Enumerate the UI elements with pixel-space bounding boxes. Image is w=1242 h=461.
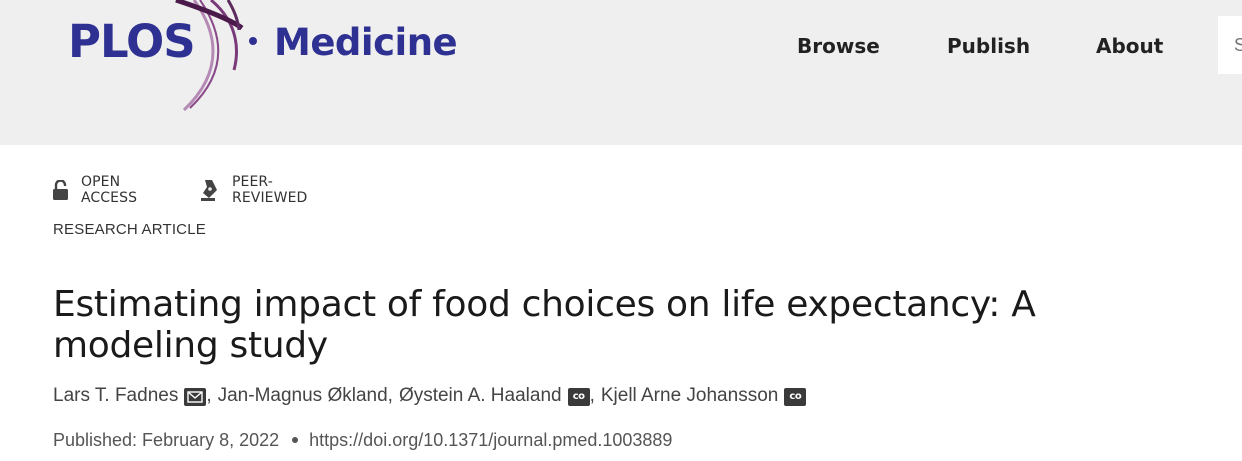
- co-icon[interactable]: co: [567, 388, 590, 406]
- nav-browse[interactable]: Browse: [797, 28, 880, 64]
- site-header: PLOS Medicine Browse Publish About: [0, 0, 1242, 145]
- published-date: Published: February 8, 2022: [53, 429, 280, 450]
- plos-medicine-logo[interactable]: PLOS Medicine: [66, 0, 466, 115]
- author-name[interactable]: Øystein A. Haaland: [399, 385, 562, 407]
- author-name[interactable]: Lars T. Fadnes: [53, 385, 178, 407]
- bullet-separator: [292, 437, 299, 443]
- peer-reviewed-label: PEER-REVIEWED: [232, 174, 308, 206]
- logo-dot: [249, 37, 257, 45]
- publication-info: Published: February 8, 2022 https://doi.…: [53, 428, 672, 452]
- nav-about[interactable]: About: [1096, 28, 1163, 64]
- co-icon-text: co: [789, 391, 802, 402]
- email-icon[interactable]: [184, 388, 207, 406]
- search-input[interactable]: [1218, 16, 1242, 74]
- co-icon[interactable]: co: [784, 388, 807, 406]
- open-access-label: OPEN ACCESS: [81, 174, 138, 206]
- logo-journal-text: Medicine: [274, 21, 458, 64]
- author-separator: ,: [206, 385, 212, 406]
- co-icon-text: co: [572, 391, 585, 402]
- author-list: Lars T. Fadnes , Jan-Magnus Økland , Øys…: [53, 382, 807, 410]
- peer-reviewed-badge[interactable]: PEER-REVIEWED: [201, 174, 308, 206]
- logo-brand-text: PLOS: [68, 15, 196, 68]
- article-type: RESEARCH ARTICLE: [53, 221, 206, 238]
- author-name[interactable]: Kjell Arne Johansson: [601, 385, 778, 407]
- unlocked-padlock-icon: [53, 180, 68, 200]
- doi-link[interactable]: https://doi.org/10.1371/journal.pmed.100…: [309, 430, 672, 451]
- open-access-badge[interactable]: OPEN ACCESS: [53, 174, 138, 206]
- nav-publish[interactable]: Publish: [947, 28, 1030, 64]
- author-name[interactable]: Jan-Magnus Økland: [218, 385, 388, 407]
- article-title: Estimating impact of food choices on lif…: [53, 284, 1036, 366]
- pen-nib-icon: [201, 178, 219, 202]
- author-separator: ,: [387, 385, 393, 406]
- author-separator: ,: [589, 385, 595, 406]
